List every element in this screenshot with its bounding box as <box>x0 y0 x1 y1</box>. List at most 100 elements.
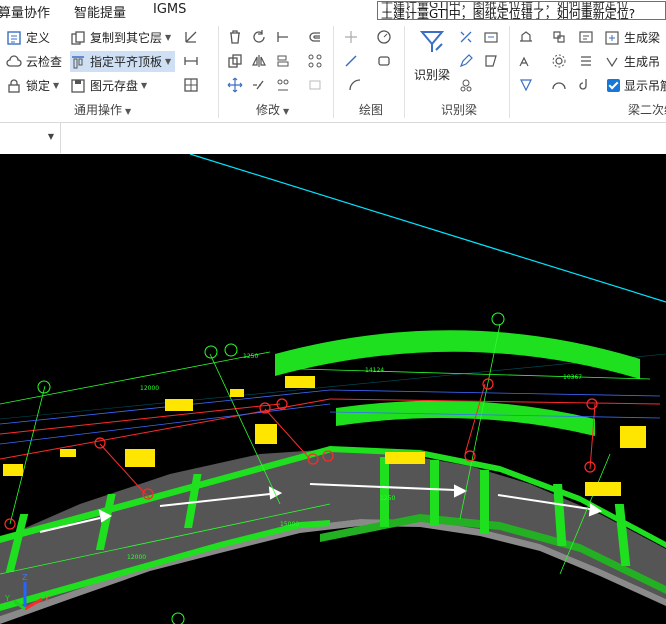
group-label-common: 通用操作 ▼ <box>74 103 132 117</box>
model-viewport[interactable]: 14124 10367 1250 12000 1250 15000 12000 … <box>0 154 666 624</box>
generate-beam-button[interactable]: 生成梁 <box>604 27 660 48</box>
lock-button[interactable]: 锁定 ▼ <box>6 75 59 96</box>
check-list-icon[interactable] <box>576 51 596 71</box>
measure-icon[interactable] <box>181 27 201 47</box>
span-edit-icon[interactable] <box>576 27 596 47</box>
axis-x-label: X <box>44 595 50 604</box>
align-top-slab-label: 指定平齐顶板 <box>90 55 163 69</box>
move-icon[interactable] <box>225 75 245 95</box>
settings-gear-icon[interactable] <box>549 51 569 71</box>
lock-icon <box>6 78 22 94</box>
check-support-icon[interactable] <box>481 27 501 47</box>
group-label-identify-beam: 识别梁 <box>441 103 478 117</box>
apply-same-icon[interactable] <box>549 27 569 47</box>
auto-identify-icon[interactable] <box>456 27 476 47</box>
group-label-modify: 修改 ▼ <box>256 103 290 117</box>
floor-dropdown[interactable]: ▼ <box>0 123 61 153</box>
generate-beam-label: 生成梁 <box>624 31 661 45</box>
beam-span-icon[interactable] <box>516 75 536 95</box>
ribbon-separator <box>333 26 334 118</box>
identify-original-icon[interactable] <box>481 51 501 71</box>
chevron-down-icon: ▼ <box>47 132 54 141</box>
middle-arch-beam <box>336 400 595 436</box>
dim-12000-top: 12000 <box>140 385 159 392</box>
search-input[interactable]: 十建计量GTJ中，图纸定位错了，如何重新定位 土建计量GTJ中，图纸定位错了，如… <box>377 1 666 20</box>
cloud-check-button[interactable]: 云检查 <box>6 51 62 72</box>
ribbon: 定义 云检查 锁定 ▼ 复制到其它层 ▼ 指定平齐顶板 ▼ 图元存盘 ▼ 通用操作 ▼ 修… <box>0 22 666 123</box>
edit-support-icon[interactable] <box>456 51 476 71</box>
trim-icon[interactable] <box>273 27 293 47</box>
generate-beam-icon <box>604 30 620 46</box>
rotate-icon[interactable] <box>249 27 269 47</box>
delete-icon[interactable] <box>225 27 245 47</box>
copy-to-layer-label: 复制到其它层 <box>90 31 163 45</box>
save-element-button[interactable]: 图元存盘 ▼ <box>70 75 147 96</box>
identify-beam-label: 识别梁 <box>414 68 451 82</box>
cloud-check-label: 云检查 <box>26 55 63 69</box>
rectangle-icon[interactable] <box>374 51 394 71</box>
align-icon[interactable] <box>273 51 293 71</box>
arc-icon[interactable] <box>345 75 365 95</box>
model-drawing: 14124 10367 1250 12000 1250 15000 12000 … <box>0 154 666 624</box>
save-element-icon <box>70 78 86 94</box>
mirror-icon[interactable] <box>249 51 269 71</box>
axis-y-label: Y <box>4 594 10 603</box>
point-icon[interactable] <box>341 27 361 47</box>
menu-item-smart-quantity[interactable]: 智能提量 <box>74 2 126 21</box>
copy-icon <box>70 30 86 46</box>
define-label: 定义 <box>26 31 51 45</box>
line-icon[interactable] <box>341 51 361 71</box>
copy-to-layer-button[interactable]: 复制到其它层 ▼ <box>70 27 171 48</box>
checkbox-checked-icon <box>607 79 620 92</box>
align-top-icon <box>70 54 86 70</box>
menu-item-igms[interactable]: IGMS <box>153 2 186 17</box>
original-dim-icon[interactable] <box>516 27 536 47</box>
top-arch-beam <box>275 330 640 379</box>
reference-line <box>189 154 666 303</box>
search-input-value: 土建计量GTJ中，图纸定位错了，如何重新定位? <box>381 7 636 20</box>
lock-label: 锁定 <box>26 79 51 93</box>
chevron-down-icon: ▼ <box>141 81 148 90</box>
circle-icon[interactable] <box>374 27 394 47</box>
extend-icon[interactable] <box>249 75 269 95</box>
generate-hanger-button[interactable]: 生成吊 <box>604 51 660 72</box>
copy-element-icon[interactable] <box>225 51 245 71</box>
menu-bar: 算量协作 智能提量 IGMS 十建计量GTJ中，图纸定位错了，如何重新定位 土建… <box>0 0 666 22</box>
stretch-icon[interactable] <box>305 75 325 95</box>
chevron-down-icon: ▼ <box>165 33 172 42</box>
define-button[interactable]: 定义 <box>6 27 50 48</box>
chevron-down-icon: ▼ <box>165 57 172 66</box>
generate-hanger-label: 生成吊 <box>624 55 661 69</box>
dim-1250-top: 1250 <box>243 353 258 360</box>
menu-item-collab[interactable]: 算量协作 <box>0 2 50 21</box>
arch-beam-icon[interactable] <box>549 75 569 95</box>
floor-toolbar: ▼ <box>0 123 666 155</box>
axis-z-label: Z <box>22 573 28 582</box>
identify-beam-icon <box>418 28 446 56</box>
identify-beam-button[interactable]: 识别梁 <box>410 26 454 86</box>
copy-span-icon[interactable] <box>516 51 536 71</box>
define-icon <box>6 30 22 46</box>
chevron-down-icon: ▼ <box>53 81 60 90</box>
support-point-icon[interactable] <box>456 75 476 95</box>
cloud-check-icon <box>6 54 22 70</box>
grid-view-icon[interactable] <box>181 75 201 95</box>
dim-14124: 14124 <box>365 367 384 374</box>
ribbon-separator <box>509 26 510 118</box>
align-top-slab-button[interactable]: 指定平齐顶板 ▼ <box>70 51 176 72</box>
break-icon[interactable] <box>273 75 293 95</box>
hook-icon[interactable] <box>576 75 596 95</box>
ribbon-separator <box>404 26 405 118</box>
array-icon[interactable] <box>305 51 325 71</box>
dim-15000: 15000 <box>280 521 299 528</box>
group-label-draw: 绘图 <box>359 103 384 117</box>
show-hanger-checkbox[interactable]: 显示吊筋 <box>607 75 666 96</box>
dim-12000-bottom: 12000 <box>127 554 146 561</box>
show-hanger-label: 显示吊筋 <box>624 79 666 93</box>
dimension-icon[interactable] <box>181 51 201 71</box>
group-label-beam-secondary-edit: 梁二次编 <box>628 103 666 117</box>
dim-10367: 10367 <box>563 374 582 381</box>
dim-1250-bottom: 1250 <box>380 495 395 502</box>
offset-icon[interactable] <box>305 27 325 47</box>
ribbon-separator <box>218 26 219 118</box>
